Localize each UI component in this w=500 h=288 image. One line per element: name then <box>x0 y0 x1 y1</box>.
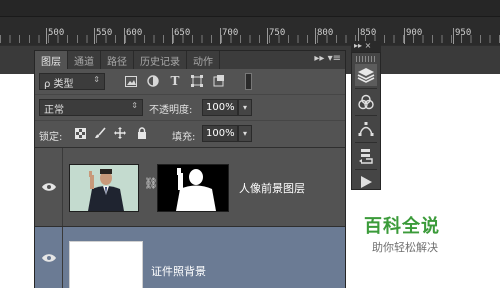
layer-row[interactable]: ⛓ 人像前景图层 <box>35 147 345 227</box>
visibility-toggle[interactable] <box>35 148 63 226</box>
layer-row-selected[interactable]: 证件照背景 <box>35 227 345 288</box>
visibility-toggle[interactable] <box>35 227 63 288</box>
layers-icon <box>357 68 375 83</box>
divider <box>355 115 377 116</box>
pixel-filter-icon[interactable] <box>123 73 139 89</box>
tab-paths[interactable]: 路径 <box>101 51 134 69</box>
ruler-label: 500 <box>48 28 65 38</box>
filter-row: ρ 类型 ⇕ T <box>35 69 345 94</box>
ruler-major-tick <box>94 28 95 44</box>
ruler-ticks <box>0 35 500 43</box>
ruler-major-tick <box>124 28 125 44</box>
ruler-major-tick <box>404 28 405 44</box>
ruler-major-tick <box>453 28 454 44</box>
chevron-updown-icon: ⇕ <box>131 101 138 110</box>
filter-kind-label: ρ 类型 <box>44 79 74 90</box>
panel-menu-button[interactable]: ▸▸ ▾≡ <box>314 53 341 64</box>
type-filter-icon[interactable]: T <box>167 73 183 89</box>
mask-silhouette-icon <box>158 165 228 211</box>
tab-actions[interactable]: 动作 <box>187 51 220 69</box>
panel-tabs: 图层 通道 路径 历史记录 动作 ▸▸ ▾≡ <box>35 51 345 69</box>
fill-input[interactable]: 100% <box>202 125 238 142</box>
ruler-label: 750 <box>269 28 286 38</box>
layer-name[interactable]: 人像前景图层 <box>239 180 305 196</box>
fill-label: 填充: <box>172 132 196 143</box>
layers-panel: 图层 通道 路径 历史记录 动作 ▸▸ ▾≡ ρ 类型 ⇕ T 正常 ⇕ 不透明… <box>34 50 346 288</box>
tab-history[interactable]: 历史记录 <box>134 51 187 69</box>
filter-kind-select[interactable]: ρ 类型 ⇕ <box>39 73 105 90</box>
layer-thumbnail[interactable] <box>69 241 143 288</box>
watermark-title: 百科全说 <box>364 216 440 237</box>
ruler-label: 900 <box>406 28 423 38</box>
layer-thumbnail[interactable] <box>69 164 139 212</box>
filter-toggle-switch[interactable] <box>245 73 252 90</box>
side-panel-dock <box>351 52 381 190</box>
blend-row: 正常 ⇕ 不透明度: 100% ▾ <box>35 94 345 120</box>
fill-slider-button[interactable]: ▾ <box>238 125 252 142</box>
tab-channels[interactable]: 通道 <box>68 51 101 69</box>
ruler-label: 800 <box>317 28 334 38</box>
ruler-label: 650 <box>174 28 191 38</box>
lock-label: 锁定: <box>39 132 63 143</box>
ruler-major-tick <box>46 28 47 44</box>
layer-mask-thumbnail[interactable] <box>157 164 229 212</box>
opacity-slider-button[interactable]: ▾ <box>238 99 252 116</box>
layers-panel-button[interactable] <box>355 64 377 86</box>
opacity-input[interactable]: 100% <box>202 99 238 116</box>
layer-list: ⛓ 人像前景图层 证件照背景 <box>35 147 345 288</box>
shape-filter-icon[interactable] <box>189 73 205 89</box>
divider <box>355 169 377 170</box>
history-panel-button[interactable] <box>355 145 377 167</box>
ruler-label: 700 <box>222 28 239 38</box>
blend-mode-value: 正常 <box>44 105 64 116</box>
ruler-label: 550 <box>96 28 113 38</box>
divider <box>355 88 377 89</box>
channels-panel-button[interactable] <box>355 91 377 113</box>
channels-icon <box>358 94 374 110</box>
paths-icon <box>358 122 374 136</box>
opacity-label: 不透明度: <box>149 105 193 116</box>
tab-layers[interactable]: 图层 <box>35 51 68 69</box>
adjustment-filter-icon[interactable] <box>145 73 161 89</box>
divider <box>355 142 377 143</box>
smart-object-filter-icon[interactable] <box>211 73 227 89</box>
lock-row: 锁定: 填充: 100% ▾ <box>35 120 345 146</box>
actions-play-icon <box>361 176 372 188</box>
layer-name[interactable]: 证件照背景 <box>151 263 206 279</box>
person-photo-icon <box>70 165 138 211</box>
ruler-scale <box>0 17 500 45</box>
ruler: 500 550 600 650 700 750 800 850 900 950 <box>0 0 500 46</box>
actions-panel-button[interactable] <box>355 171 377 193</box>
chevron-updown-icon: ⇕ <box>93 75 100 84</box>
mask-link-icon[interactable]: ⛓ <box>144 177 158 190</box>
lock-transparency-icon[interactable] <box>73 126 87 140</box>
side-panel-controls[interactable]: ▸▸ × <box>354 41 371 50</box>
ruler-major-tick <box>220 28 221 44</box>
eye-icon <box>41 183 56 191</box>
ruler-top-bar <box>0 0 500 17</box>
ruler-label: 850 <box>360 28 377 38</box>
ruler-label: 950 <box>455 28 472 38</box>
ruler-major-tick <box>315 28 316 44</box>
ruler-label: 600 <box>126 28 143 38</box>
watermark-subtitle: 助你轻松解决 <box>372 241 438 254</box>
history-icon <box>359 149 373 164</box>
ruler-major-tick <box>267 28 268 44</box>
panel-grip-handle[interactable] <box>356 56 376 62</box>
paths-panel-button[interactable] <box>355 118 377 140</box>
eye-icon <box>41 254 56 262</box>
lock-image-brush-icon[interactable] <box>93 126 107 140</box>
blend-mode-select[interactable]: 正常 ⇕ <box>39 99 143 116</box>
lock-position-move-icon[interactable] <box>113 126 127 140</box>
lock-all-icon[interactable] <box>135 126 149 140</box>
ruler-major-tick <box>172 28 173 44</box>
